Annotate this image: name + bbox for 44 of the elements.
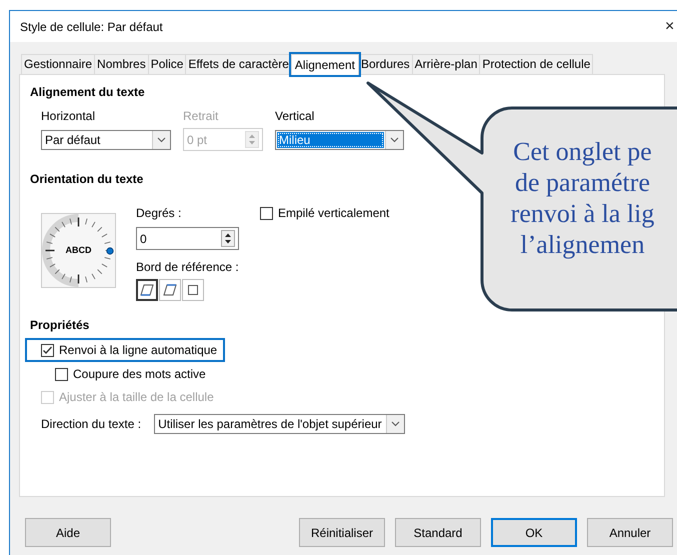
dialog-button[interactable]: Réinitialiser [299, 518, 385, 547]
field-label: Bord de référence : [136, 260, 239, 274]
chevron-down-icon[interactable] [390, 137, 399, 143]
close-button[interactable]: × [665, 18, 677, 36]
reference-edge-button[interactable] [182, 279, 204, 301]
reference-edge-button[interactable] [159, 279, 181, 301]
dialog-button[interactable]: OK [491, 518, 577, 547]
checkbox[interactable] [55, 368, 68, 380]
callout-text: Cet onglet pe de paramétre renvoi à la lig l’alignemen [510, 136, 656, 260]
dropdown-field[interactable]: Par défaut [41, 130, 171, 150]
section-heading: Orientation du texte [30, 172, 144, 186]
dialog-button[interactable]: Annuler [587, 518, 673, 547]
dropdown-field[interactable]: Utiliser les paramètres de l'objet supérieur [154, 414, 406, 434]
reference-edge-button[interactable] [136, 279, 158, 301]
tab[interactable]: Gestionnaire [21, 54, 96, 74]
square-icon [186, 284, 200, 296]
field-label: Horizontal [41, 109, 96, 123]
field-label: Direction du texte : [41, 417, 142, 431]
tab[interactable]: Protection de cellule [479, 54, 594, 74]
field-label: Degrés : [136, 206, 182, 220]
tab[interactable]: Alignement [290, 54, 359, 75]
dialog-button[interactable]: Standard [395, 518, 481, 547]
checkbox[interactable] [41, 344, 54, 356]
spin-field[interactable]: 0 [136, 227, 239, 250]
dialog-button[interactable]: Aide [25, 518, 111, 547]
dial-sample-text: ABCD [64, 245, 92, 255]
checkbox-label: Renvoi à la ligne automatique [59, 343, 218, 357]
section-heading: Alignement du texte [30, 85, 145, 99]
checkbox-label: Ajuster à la taille de la cellule [59, 390, 214, 404]
window-title: Style de cellule: Par défaut [20, 20, 163, 34]
dial-handle-icon[interactable] [106, 247, 114, 255]
checkbox[interactable] [260, 206, 273, 220]
checkbox-label: Empilé verticalement [278, 206, 390, 220]
field-label: Retrait [183, 109, 220, 123]
dropdown-field[interactable]: Milieu [275, 130, 404, 150]
chevron-down-icon[interactable] [391, 421, 400, 427]
checkbox-label: Coupure des mots active [73, 367, 206, 381]
edge-top-icon [163, 284, 177, 296]
rotation-dial[interactable]: ABCD [41, 213, 116, 288]
section-heading: Propriétés [30, 318, 90, 332]
chevron-down-icon[interactable] [157, 137, 166, 143]
spin-arrows-icon[interactable] [221, 230, 235, 247]
field-label: Vertical [275, 109, 316, 123]
edge-bottom-icon [140, 284, 154, 296]
